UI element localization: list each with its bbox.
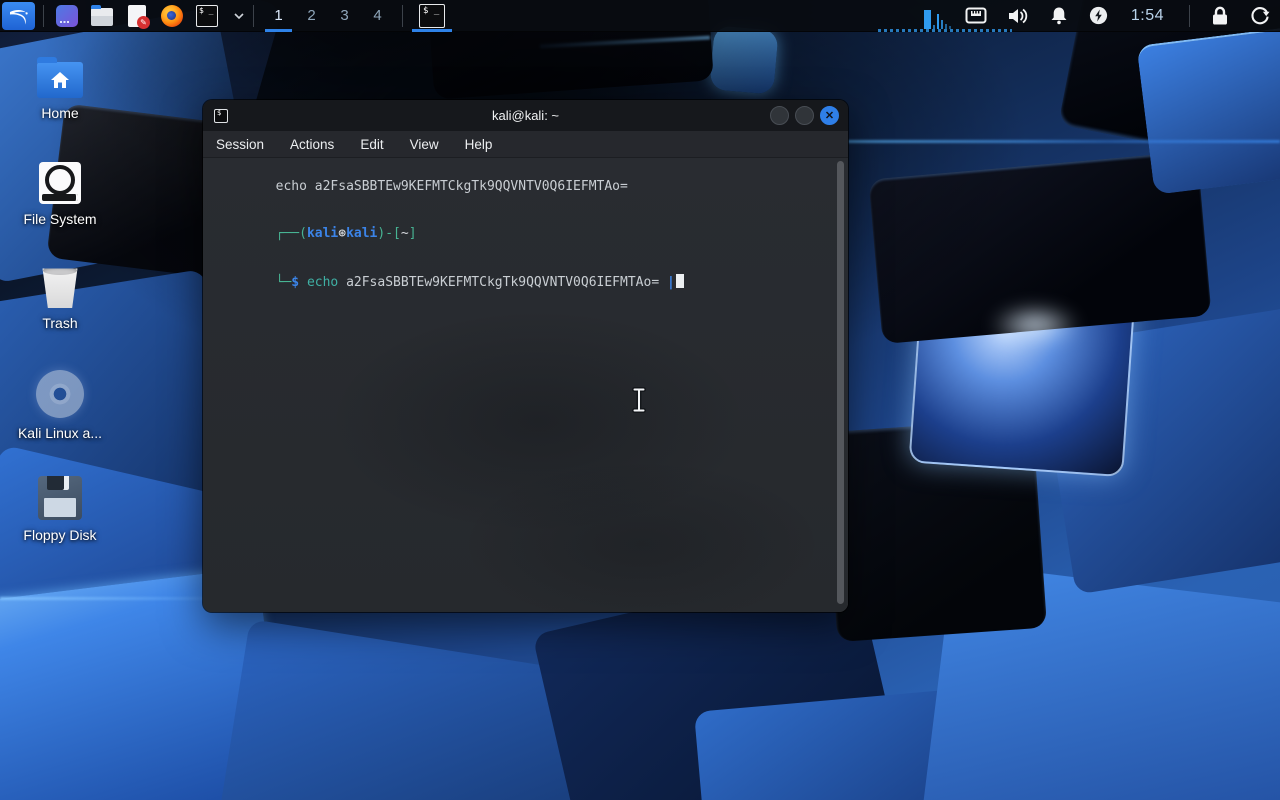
wallpaper-glow	[848, 140, 1280, 143]
terminal-task-icon	[419, 4, 445, 28]
load-bar	[924, 10, 931, 29]
window-menubar: Session Actions Edit View Help	[203, 131, 848, 158]
dashboard-launcher-icon[interactable]	[56, 5, 78, 27]
prompt-host: kali	[346, 226, 377, 241]
trash-bin-icon	[41, 266, 79, 308]
menu-edit[interactable]: Edit	[360, 137, 383, 152]
logout-icon[interactable]	[1250, 6, 1270, 26]
maximize-button[interactable]	[795, 106, 814, 125]
desktop-icon-floppy-disk[interactable]: Floppy Disk	[8, 476, 112, 543]
load-bar	[941, 20, 943, 29]
terminal-scrollbar[interactable]	[837, 161, 844, 604]
panel-separator	[43, 5, 44, 27]
prompt-symbol: $	[291, 275, 307, 290]
workspace-switcher: 1 2 3 4	[262, 0, 394, 32]
panel-separator	[1189, 5, 1190, 27]
menu-view[interactable]: View	[410, 137, 439, 152]
load-bar	[945, 24, 947, 29]
desktop-icon-kali-cd[interactable]: Kali Linux a...	[8, 370, 112, 441]
desktop-icon-label: Trash	[42, 315, 77, 331]
menu-actions[interactable]: Actions	[290, 137, 334, 152]
floppy-disk-icon	[38, 476, 82, 520]
menu-help[interactable]: Help	[465, 137, 493, 152]
workspace-4[interactable]: 4	[361, 0, 394, 32]
launcher-group	[56, 5, 245, 27]
desktop-icon-file-system[interactable]: File System	[8, 162, 112, 227]
workspace-1[interactable]: 1	[262, 0, 295, 32]
network-icon[interactable]	[965, 7, 987, 24]
prompt-user-host-separator: ⊛	[338, 226, 346, 241]
taskbar-terminal-window[interactable]	[411, 0, 453, 32]
desktop-icon-trash[interactable]: Trash	[8, 266, 112, 331]
load-bar	[933, 25, 935, 29]
prompt-user: kali	[307, 226, 338, 241]
terminal-content[interactable]: echo a2FsaSBBTEw9KEFMTCkgTk9QQVNTV0Q6IEF…	[203, 158, 848, 612]
desktop-icon-home[interactable]: Home	[8, 58, 112, 121]
wallpaper-glow	[990, 305, 1080, 345]
terminal-scrollback-line: echo a2FsaSBBTEw9KEFMTCkgTk9QQVNTV0Q6IEF…	[213, 163, 848, 210]
typed-pipe: |	[667, 275, 675, 290]
panel-clock[interactable]: 1:54	[1131, 7, 1164, 25]
typed-argument: a2FsaSBBTEw9KEFMTCkgTk9QQVNTV0Q6IEFMTAo=	[346, 275, 667, 290]
wallpaper-cube	[1136, 25, 1280, 195]
kali-menu-button[interactable]	[2, 2, 35, 30]
prompt-frame-close: ]	[409, 226, 417, 241]
prompt-frame-open: ┌──(	[276, 226, 307, 241]
typed-command: echo	[307, 275, 346, 290]
wallpaper-glow	[0, 597, 212, 600]
desktop-icon-label: Floppy Disk	[23, 527, 96, 543]
cd-disc-icon	[36, 370, 84, 418]
home-glyph-icon	[49, 70, 71, 90]
panel-separator	[402, 5, 403, 27]
volume-icon[interactable]	[1008, 7, 1029, 25]
menu-session[interactable]: Session	[216, 137, 264, 152]
window-titlebar[interactable]: kali@kali: ~ ✕	[203, 100, 848, 131]
desktop-icon-label: File System	[23, 211, 96, 227]
terminal-launcher-icon[interactable]	[196, 5, 218, 27]
top-panel: 1 2 3 4	[0, 0, 1280, 32]
desktop: 1 2 3 4	[0, 0, 1280, 800]
system-load-graph[interactable]	[924, 3, 951, 29]
panel-separator	[253, 5, 254, 27]
chevron-down-icon[interactable]	[233, 12, 245, 20]
load-bar	[937, 14, 939, 29]
notifications-bell-icon[interactable]	[1050, 6, 1068, 25]
window-buttons: ✕	[770, 106, 839, 125]
system-tray: 1:54	[965, 5, 1270, 27]
close-button[interactable]: ✕	[820, 106, 839, 125]
power-manager-icon[interactable]	[1089, 6, 1108, 25]
desktop-icon-label: Home	[41, 105, 78, 121]
prompt-cwd: ~	[401, 226, 409, 241]
lock-screen-icon[interactable]	[1211, 6, 1229, 26]
workspace-2[interactable]: 2	[295, 0, 328, 32]
window-title: kali@kali: ~	[203, 108, 848, 123]
prompt-frame-mid: )-[	[377, 226, 400, 241]
terminal-window: kali@kali: ~ ✕ Session Actions Edit View…	[203, 100, 848, 612]
prompt-line-top: ┌──(kali⊛kali)-[~]	[213, 210, 848, 257]
home-folder-icon	[37, 62, 83, 98]
workspace-3[interactable]: 3	[328, 0, 361, 32]
prompt-line-bottom: └─$ echo a2FsaSBBTEw9KEFMTCkgTk9QQVNTV0Q…	[213, 258, 848, 306]
prompt-frame-bottom: └─	[276, 275, 292, 290]
wallpaper-fine-print	[878, 29, 1012, 32]
ibeam-mouse-cursor	[630, 386, 648, 419]
terminal-cursor	[676, 274, 684, 288]
file-manager-launcher-icon[interactable]	[91, 8, 113, 26]
hard-drive-icon	[39, 162, 81, 204]
firefox-launcher-icon[interactable]	[161, 5, 183, 27]
wallpaper-cube	[709, 25, 778, 94]
kali-logo-icon	[8, 6, 30, 26]
minimize-button[interactable]	[770, 106, 789, 125]
text-editor-launcher-icon[interactable]	[128, 5, 146, 27]
desktop-icon-label: Kali Linux a...	[18, 425, 102, 441]
scrollback-text: echo a2FsaSBBTEw9KEFMTCkgTk9QQVNTV0Q6IEF…	[276, 179, 628, 194]
